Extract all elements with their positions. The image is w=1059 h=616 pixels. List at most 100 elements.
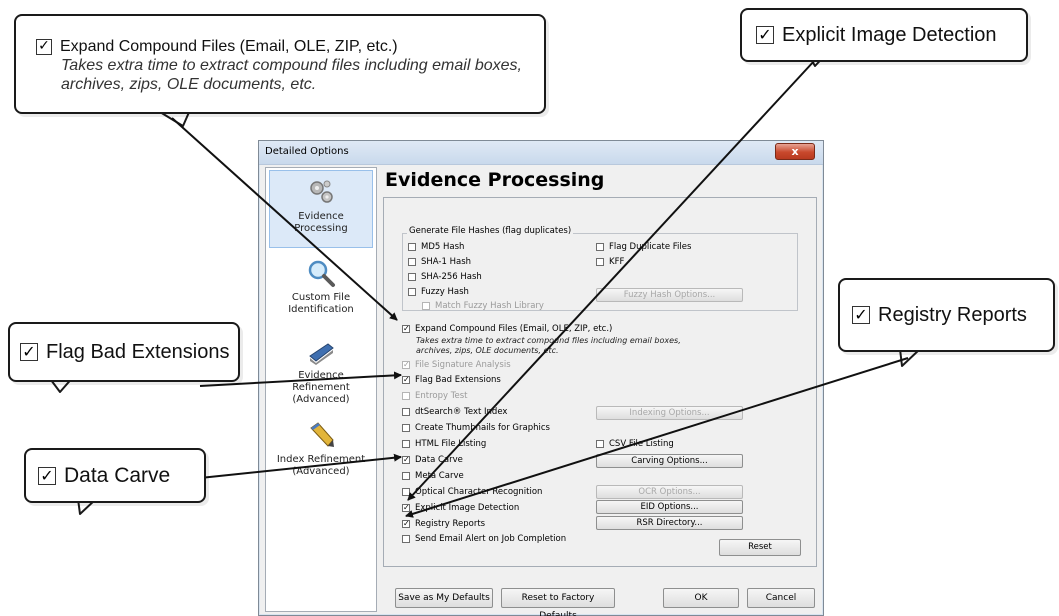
meta-carve-label: Meta Carve <box>415 471 464 481</box>
sidebar-item-evidence-processing[interactable]: Evidence Processing <box>269 170 373 248</box>
checkbox-box: ✓ <box>402 324 410 333</box>
email-alert-checkbox[interactable]: Send Email Alert on Job Completion <box>402 534 566 544</box>
callout-checkbox-row: ✓ Registry Reports <box>852 304 1027 327</box>
category-sidebar: Evidence Processing Custom File Identifi… <box>265 167 377 612</box>
sidebar-item-custom-file-identification[interactable]: Custom File Identification <box>269 252 373 322</box>
gears-icon <box>310 180 333 203</box>
panel-title: Evidence Processing <box>385 169 605 191</box>
callout-checkbox-row: ✓ Flag Bad Extensions <box>20 341 229 364</box>
md5-label: MD5 Hash <box>421 242 465 252</box>
expand-compound-desc-2: archives, zips, OLE documents, etc. <box>416 346 559 355</box>
detailed-options-dialog: Detailed Options x Evidence Processing C… <box>258 140 824 616</box>
file-signature-checkbox[interactable]: ✓ File Signature Analysis <box>402 360 511 370</box>
data-carve-checkbox[interactable]: ✓ Data Carve <box>402 455 463 465</box>
match-fuzzy-checkbox[interactable]: Match Fuzzy Hash Library <box>422 301 544 311</box>
eid-options-button[interactable]: EID Options... <box>596 500 743 514</box>
checkbox-box <box>422 302 430 310</box>
kff-checkbox[interactable]: KFF <box>596 257 624 267</box>
match-fuzzy-label: Match Fuzzy Hash Library <box>435 301 544 311</box>
close-button[interactable]: x <box>775 143 815 160</box>
html-listing-label: HTML File Listing <box>415 439 487 449</box>
expand-compound-label: Expand Compound Files (Email, OLE, ZIP, … <box>415 324 613 334</box>
sha1-checkbox[interactable]: SHA-1 Hash <box>408 257 471 267</box>
expand-compound-desc-1: Takes extra time to extract compound fil… <box>416 336 681 345</box>
title-bar: Detailed Options x <box>259 141 823 165</box>
expand-compound-callout: ✓ Expand Compound Files (Email, OLE, ZIP… <box>14 14 546 114</box>
entropy-test-checkbox[interactable]: Entropy Test <box>402 391 467 401</box>
checkbox-box <box>596 243 604 251</box>
dtsearch-checkbox[interactable]: dtSearch® Text Index <box>402 407 507 417</box>
callout-checkbox-row: ✓ Data Carve <box>38 464 170 488</box>
pencil-icon <box>310 422 334 447</box>
html-listing-checkbox[interactable]: HTML File Listing <box>402 439 486 449</box>
expand-compound-checkbox[interactable]: ✓ Expand Compound Files (Email, OLE, ZIP,… <box>402 324 612 334</box>
flag-bad-extensions-callout: ✓ Flag Bad Extensions <box>8 322 240 382</box>
dtsearch-label: dtSearch® Text Index <box>415 407 508 417</box>
flag-duplicates-label: Flag Duplicate Files <box>609 242 692 252</box>
sha256-label: SHA-256 Hash <box>421 272 482 282</box>
callout-expand-desc-1: Takes extra time to extract compound fil… <box>61 57 522 74</box>
sidebar-item-index-refinement[interactable]: Index Refinement (Advanced) <box>269 414 373 484</box>
file-signature-label: File Signature Analysis <box>415 360 511 370</box>
callout-check-icon: ✓ <box>36 39 52 55</box>
hash-group-legend: Generate File Hashes (flag duplicates) <box>407 226 574 236</box>
indexing-options-button[interactable]: Indexing Options... <box>596 406 743 420</box>
checkbox-box <box>408 273 416 281</box>
checkbox-box <box>402 408 410 416</box>
email-alert-label: Send Email Alert on Job Completion <box>415 534 567 544</box>
ocr-options-button[interactable]: OCR Options... <box>596 485 743 499</box>
csv-listing-checkbox[interactable]: CSV File Listing <box>596 439 674 449</box>
callout-flag-bad-title: Flag Bad Extensions <box>46 340 230 363</box>
close-icon: x <box>791 145 799 158</box>
data-carve-label: Data Carve <box>415 455 463 465</box>
flag-bad-extensions-label: Flag Bad Extensions <box>415 375 501 385</box>
save-as-defaults-button[interactable]: Save as My Defaults <box>395 588 493 608</box>
carving-options-button[interactable]: Carving Options... <box>596 454 743 468</box>
explicit-image-detection-checkbox[interactable]: ✓ Explicit Image Detection <box>402 503 519 513</box>
checkbox-box: ✓ <box>402 375 410 384</box>
rsr-directory-button[interactable]: RSR Directory... <box>596 516 743 530</box>
thumbnails-checkbox[interactable]: Create Thumbnails for Graphics <box>402 423 550 433</box>
dialog-title: Detailed Options <box>265 146 349 157</box>
checkbox-box: ✓ <box>402 503 410 512</box>
explicit-image-callout: ✓ Explicit Image Detection <box>740 8 1028 62</box>
reset-factory-defaults-button[interactable]: Reset to Factory Defaults <box>501 588 615 616</box>
sha256-checkbox[interactable]: SHA-256 Hash <box>408 272 482 282</box>
registry-reports-checkbox[interactable]: ✓ Registry Reports <box>402 519 485 529</box>
csv-listing-label: CSV File Listing <box>609 439 674 449</box>
meta-carve-checkbox[interactable]: Meta Carve <box>402 471 464 481</box>
flag-bad-extensions-checkbox[interactable]: ✓ Flag Bad Extensions <box>402 375 501 385</box>
checkbox-box: ✓ <box>402 519 410 528</box>
stapler-icon <box>309 343 334 365</box>
ok-button[interactable]: OK <box>663 588 739 608</box>
kff-label: KFF <box>609 257 625 267</box>
checkbox-box <box>408 258 416 266</box>
callout-expand-title: Expand Compound Files (Email, OLE, ZIP, … <box>60 38 398 55</box>
checkbox-box <box>402 535 410 543</box>
checkbox-box <box>402 440 410 448</box>
callout-explicit-title: Explicit Image Detection <box>782 23 997 46</box>
fuzzy-hash-options-button[interactable]: Fuzzy Hash Options... <box>596 288 743 302</box>
callout-registry-title: Registry Reports <box>878 303 1027 326</box>
fuzzy-hash-checkbox[interactable]: Fuzzy Hash <box>408 287 469 297</box>
sidebar-item-label: Index Refinement (Advanced) <box>276 454 366 477</box>
checkbox-box <box>402 392 410 400</box>
callout-check-icon: ✓ <box>756 26 774 44</box>
callout-check-icon: ✓ <box>852 306 870 324</box>
reset-button[interactable]: Reset <box>719 539 801 556</box>
md5-checkbox[interactable]: MD5 Hash <box>408 242 464 252</box>
fuzzy-hash-label: Fuzzy Hash <box>421 287 469 297</box>
cancel-button[interactable]: Cancel <box>747 588 815 608</box>
sidebar-item-label: Custom File Identification <box>288 292 354 315</box>
callout-expand-desc-2: archives, zips, OLE documents, etc. <box>61 76 317 93</box>
callout-check-icon: ✓ <box>38 466 56 485</box>
callout-checkbox-row: ✓ Explicit Image Detection <box>756 24 997 47</box>
checkbox-box: ✓ <box>402 455 410 464</box>
callout-checkbox-row: ✓ Expand Compound Files (Email, OLE, ZIP… <box>36 38 544 56</box>
sidebar-item-evidence-refinement[interactable]: Evidence Refinement (Advanced) <box>269 330 373 410</box>
flag-duplicates-checkbox[interactable]: Flag Duplicate Files <box>596 242 691 252</box>
ocr-label: Optical Character Recognition <box>415 487 543 497</box>
magnifier-icon <box>308 260 335 287</box>
explicit-image-detection-label: Explicit Image Detection <box>415 503 520 513</box>
ocr-checkbox[interactable]: Optical Character Recognition <box>402 487 542 497</box>
